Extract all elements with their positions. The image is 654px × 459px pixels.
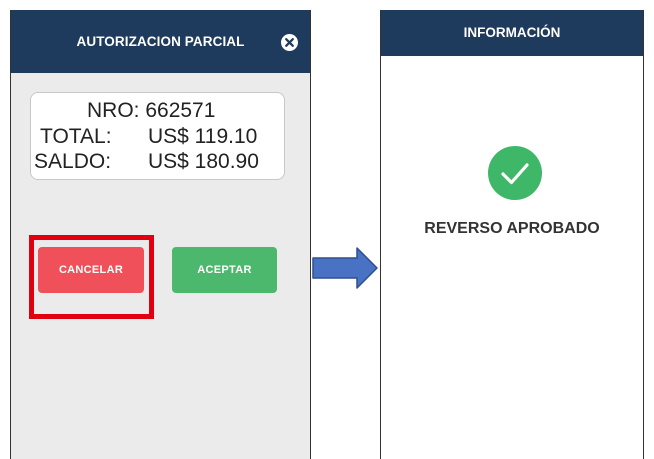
screen-title: AUTORIZACION PARCIAL [76, 34, 245, 49]
transaction-number: NRO: 662571 [87, 99, 216, 122]
status-message: REVERSO APROBADO [424, 220, 600, 237]
close-icon[interactable] [281, 34, 298, 51]
total-label: TOTAL: [40, 125, 112, 148]
screen-header: INFORMACIÓN [381, 10, 643, 56]
transaction-details-box: NRO: 662571 TOTAL: US$ 119.10 SALDO: US$… [30, 92, 285, 180]
saldo-value: US$ 180.90 [148, 150, 259, 173]
saldo-label: SALDO: [34, 150, 112, 173]
arrow-right-icon [312, 247, 378, 289]
accept-button[interactable]: ACEPTAR [172, 247, 277, 293]
screen-title: INFORMACIÓN [463, 25, 561, 40]
cancel-button[interactable]: CANCELAR [38, 247, 144, 293]
information-screen: INFORMACIÓN REVERSO APROBADO [380, 10, 644, 459]
total-value: US$ 119.10 [148, 125, 258, 148]
partial-authorization-screen: AUTORIZACION PARCIAL NRO: 662571 TOTAL: … [10, 10, 311, 459]
screen-header: AUTORIZACION PARCIAL [11, 10, 310, 73]
check-circle-icon [488, 146, 542, 200]
stage: AUTORIZACION PARCIAL NRO: 662571 TOTAL: … [0, 0, 654, 459]
